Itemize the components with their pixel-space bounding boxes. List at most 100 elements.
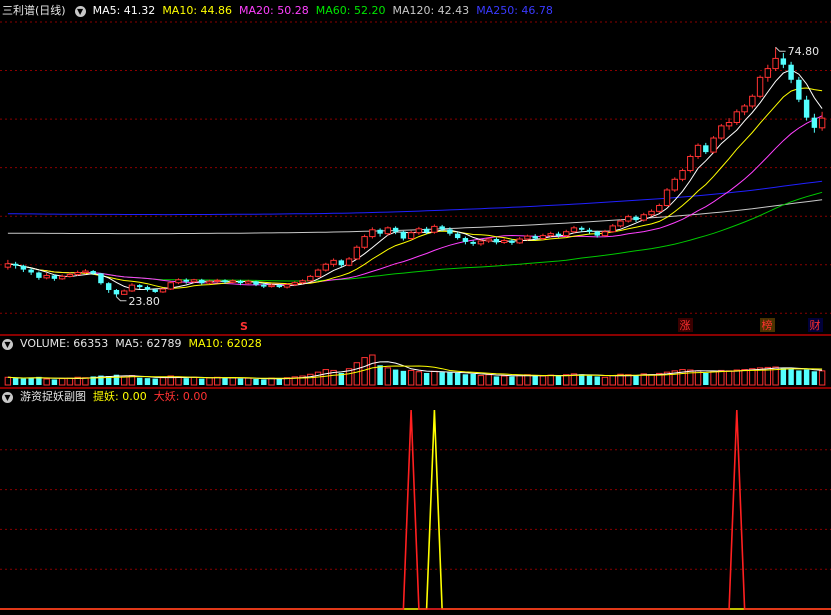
volume-bar: [539, 375, 547, 386]
ma10-line: [7, 87, 823, 289]
volume-bar: [718, 369, 725, 386]
chevron-down-icon[interactable]: ▼: [74, 5, 86, 17]
low-pointer: [116, 296, 127, 302]
volume-bar: [493, 376, 500, 385]
candle-body: [493, 239, 500, 243]
volume-bar: [120, 376, 128, 386]
candle-body: [796, 79, 802, 100]
volume-bar: [400, 370, 407, 385]
candle-body: [299, 280, 306, 284]
candle-body: [555, 233, 562, 236]
candle-body: [338, 260, 345, 266]
volume-bar: [415, 371, 423, 386]
volume-bar: [803, 369, 810, 385]
volume-bar: [159, 377, 167, 386]
volume-bar: [725, 370, 733, 386]
candle-body: [90, 271, 96, 274]
volume-bar: [439, 372, 445, 385]
candle-body: [276, 285, 283, 288]
low-price-label: 23.80: [128, 295, 160, 308]
volume-bar: [144, 378, 151, 385]
volume-bar: [199, 378, 205, 385]
candle-body: [648, 210, 655, 216]
volume-bar: [741, 369, 748, 386]
volume-bar: [407, 369, 415, 386]
candle-body: [144, 287, 151, 290]
candle-body: [500, 239, 508, 243]
volume-bar: [579, 374, 585, 385]
price-chart[interactable]: 74.80 23.80 S 涨 榜 财: [0, 18, 831, 333]
candle-body: [749, 95, 756, 107]
candle-body: [353, 246, 361, 260]
indicator-chart[interactable]: [0, 406, 831, 614]
candle-body: [609, 225, 616, 233]
candle-body: [640, 214, 647, 221]
candle-body: [400, 231, 407, 239]
candle-body: [12, 263, 19, 266]
candle-body: [756, 76, 764, 97]
candle-body: [563, 231, 570, 237]
candle-body: [570, 227, 578, 233]
volume-bar: [811, 371, 818, 385]
volume-chart[interactable]: [0, 353, 831, 386]
volume-bar: [384, 367, 392, 386]
candle-body: [51, 275, 58, 279]
candle-body: [28, 269, 34, 273]
volume-bar: [703, 373, 709, 385]
candle-body: [415, 228, 423, 234]
volume-bar: [601, 376, 609, 386]
candle-body: [532, 236, 538, 239]
candle-body: [703, 145, 709, 153]
volume-ma5-readout: MA5: 62789: [115, 337, 182, 350]
candle-body: [167, 282, 174, 290]
candle-body: [345, 258, 353, 266]
sell-marker: S: [240, 320, 248, 333]
volume-bar: [818, 370, 826, 386]
candle-body: [780, 58, 787, 65]
volume-bar: [555, 376, 562, 385]
volume-bar: [431, 370, 438, 386]
volume-header: ▼ VOLUME: 66353 MA5: 62789 MA10: 62028: [0, 335, 269, 353]
candle-body: [214, 279, 221, 282]
volume-readout: VOLUME: 66353: [20, 337, 109, 350]
ma60-line: [7, 191, 823, 282]
dayao-line: [0, 409, 831, 610]
chevron-down-icon[interactable]: ▼: [2, 391, 13, 403]
candle-body: [229, 280, 236, 283]
volume-bar: [136, 377, 143, 385]
volume-bar: [222, 378, 228, 385]
candle-body: [283, 284, 291, 288]
candle-body: [431, 225, 438, 233]
candle-body: [818, 117, 826, 129]
volume-bar: [516, 375, 523, 386]
candle-body: [594, 231, 600, 236]
zhang-marker: 涨: [680, 319, 691, 332]
candle-body: [803, 99, 810, 118]
candle-body: [733, 111, 741, 123]
candle-body: [190, 279, 198, 283]
candle-body: [4, 263, 12, 268]
volume-bar: [20, 378, 27, 385]
volume-bar: [253, 379, 259, 385]
volume-bar: [586, 375, 593, 385]
chevron-down-icon[interactable]: ▼: [2, 338, 13, 350]
candle-body: [384, 227, 392, 235]
volume-bar: [733, 369, 741, 386]
volume-bar: [276, 378, 283, 385]
volume-bar: [82, 377, 89, 386]
ma5-line: [7, 69, 823, 291]
candle-body: [261, 284, 267, 287]
candle-body: [725, 121, 733, 127]
candle-body: [454, 233, 461, 239]
candle-body: [633, 216, 639, 221]
candle-body: [361, 236, 368, 248]
candle-body: [710, 137, 717, 153]
candle-body: [369, 229, 376, 238]
volume-bar: [563, 374, 570, 386]
candle-body: [120, 290, 128, 295]
volume-bar: [594, 376, 600, 385]
volume-bar: [237, 378, 244, 385]
volume-bar: [788, 368, 794, 385]
candle-body: [477, 240, 485, 245]
candle-body: [113, 289, 120, 295]
